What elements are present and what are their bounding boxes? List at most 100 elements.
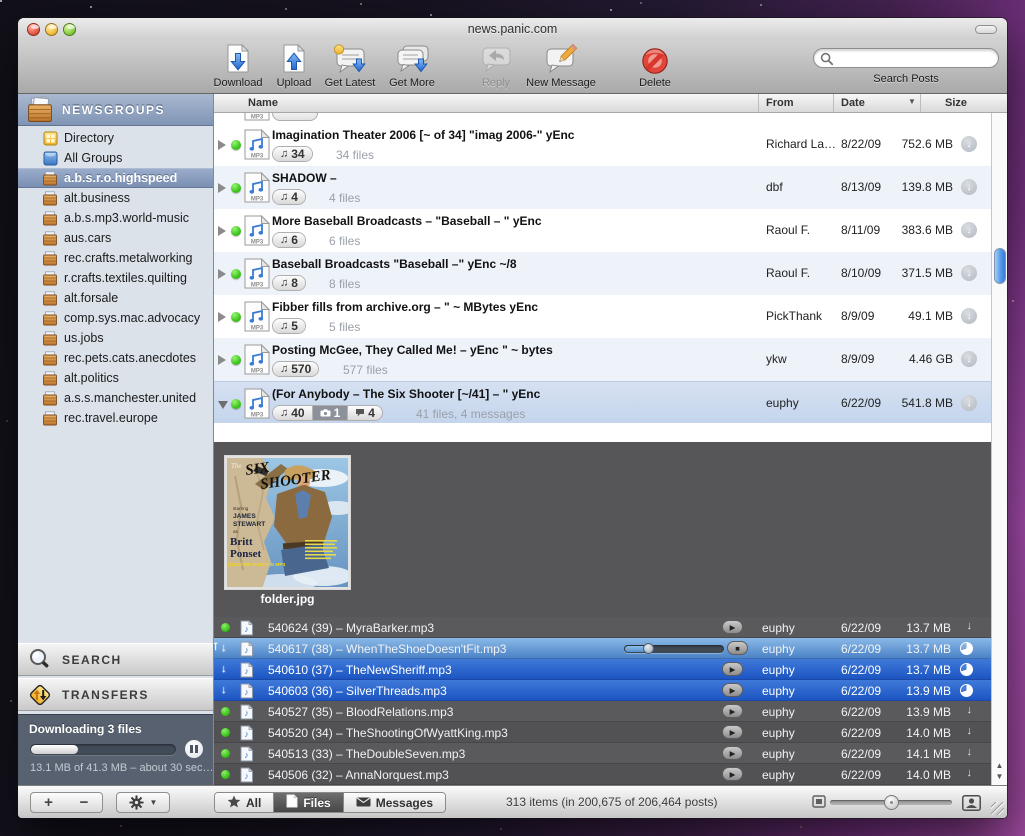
download-arrow-icon[interactable]: ↓: [967, 620, 973, 632]
svg-text:MP3: MP3: [251, 326, 264, 332]
download-circle-icon[interactable]: ↓: [961, 222, 977, 238]
download-circle-icon[interactable]: ↓: [961, 308, 977, 324]
post-row[interactable]: MP3SHADOW –♫44 filesdbf8/13/09139.8 MB↓: [214, 166, 991, 209]
remove-button[interactable]: −: [66, 792, 103, 813]
download-circle-icon[interactable]: ↓: [961, 395, 977, 411]
sidebar-item-alt-politics[interactable]: alt.politics: [18, 368, 213, 388]
file-date: 6/22/09: [841, 684, 881, 698]
newsgroup-icon: [39, 211, 61, 226]
attachment-thumbnail[interactable]: The SIX SHOOTER starring JAMES STEWART a…: [225, 456, 350, 589]
scrubber-knob[interactable]: [643, 643, 654, 654]
playback-scrubber[interactable]: [624, 645, 724, 653]
sidebar-item-rec-pets-cats-anecdotes[interactable]: rec.pets.cats.anecdotes: [18, 348, 213, 368]
column-from[interactable]: From: [766, 97, 794, 109]
post-row[interactable]: MP3More Baseball Broadcasts – "Baseball …: [214, 209, 991, 252]
disclosure-closed-icon[interactable]: [218, 355, 226, 365]
download-circle-icon[interactable]: ↓: [961, 351, 977, 367]
post-date: 8/22/09: [841, 137, 881, 151]
filter-all[interactable]: All: [215, 793, 273, 812]
file-name: 540610 (37) – TheNewSheriff.mp3: [268, 663, 452, 677]
toolbar-toggle-button[interactable]: [975, 25, 997, 34]
title-bar[interactable]: news.panic.com: [18, 18, 1007, 40]
file-row[interactable]: ♪540506 (32) – AnnaNorquest.mp3▶euphy6/2…: [214, 764, 991, 785]
download-arrow-icon[interactable]: ↓: [967, 725, 973, 737]
filter-messages[interactable]: Messages: [343, 793, 445, 812]
download-circle-icon[interactable]: ↓: [961, 179, 977, 195]
filter-files[interactable]: Files: [273, 793, 342, 812]
sidebar-item-aus-cars[interactable]: aus.cars: [18, 228, 213, 248]
sidebar-item-directory[interactable]: Directory: [18, 128, 213, 148]
scrollbar-arrows[interactable]: ▲▼: [992, 760, 1007, 782]
post-row[interactable]: MP3Imagination Theater 2006 [~ of 34] "i…: [214, 123, 991, 166]
disclosure-closed-icon[interactable]: [218, 269, 226, 279]
zoom-slider-thumb[interactable]: [884, 795, 899, 810]
stop-button[interactable]: ■: [727, 641, 748, 655]
sidebar-item-alt-forsale[interactable]: alt.forsale: [18, 288, 213, 308]
sidebar-item-a-b-s-mp3-world-music[interactable]: a.b.s.mp3.world-music: [18, 208, 213, 228]
file-row[interactable]: ↓♪540610 (37) – TheNewSheriff.mp3▶euphy6…: [214, 659, 991, 680]
search-input[interactable]: [813, 48, 999, 68]
file-row[interactable]: ♪540624 (39) – MyraBarker.mp3▶euphy6/22/…: [214, 617, 991, 638]
file-row[interactable]: ♪540520 (34) – TheShootingOfWyattKing.mp…: [214, 722, 991, 743]
toolbar: Search Posts DownloadUploadGet LatestGet…: [18, 40, 1007, 94]
pause-button[interactable]: [185, 740, 203, 758]
sidebar: NEWSGROUPS DirectoryAll Groupsa.b.s.r.o.…: [18, 94, 214, 785]
play-button[interactable]: ▶: [722, 746, 743, 760]
sidebar-item-a-s-s-manchester-united[interactable]: a.s.s.manchester.united: [18, 388, 213, 408]
sidebar-section-transfers[interactable]: TRANSFERS: [18, 678, 213, 711]
post-row[interactable]: MP3Posting McGee, They Called Me! – yEnc…: [214, 338, 991, 381]
play-button[interactable]: ▶: [722, 620, 743, 634]
vertical-scrollbar[interactable]: ▲▼: [991, 113, 1007, 785]
post-row[interactable]: MP3Fibber fills from archive.org – " ~ M…: [214, 295, 991, 338]
sidebar-item-r-crafts-textiles-quilting[interactable]: r.crafts.textiles.quilting: [18, 268, 213, 288]
sidebar-section-search[interactable]: SEARCH: [18, 643, 213, 676]
post-list: Name From Date ▼ Size MP3MP3Imagination …: [214, 94, 1007, 785]
play-button[interactable]: ▶: [722, 704, 743, 718]
download-arrow-icon[interactable]: ↓: [967, 746, 973, 758]
column-size[interactable]: Size: [945, 97, 967, 109]
add-button[interactable]: +: [30, 792, 67, 813]
sidebar-item-all-groups[interactable]: All Groups: [18, 148, 213, 168]
search-icon: [820, 52, 834, 66]
sidebar-item-a-b-s-r-o-highspeed[interactable]: a.b.s.r.o.highspeed: [18, 168, 213, 188]
sidebar-item-rec-crafts-metalworking[interactable]: rec.crafts.metalworking: [18, 248, 213, 268]
sidebar-item-us-jobs[interactable]: us.jobs: [18, 328, 213, 348]
play-button[interactable]: ▶: [722, 683, 743, 697]
file-rows: ♪540624 (39) – MyraBarker.mp3▶euphy6/22/…: [214, 617, 991, 785]
download-circle-icon[interactable]: ↓: [961, 265, 977, 281]
post-row[interactable]: MP3Baseball Broadcasts "Baseball –" yEnc…: [214, 252, 991, 295]
disclosure-open-icon[interactable]: [218, 401, 228, 409]
download-arrow-icon[interactable]: ↓: [967, 704, 973, 716]
thumbnail-zoom-slider[interactable]: [830, 800, 952, 805]
file-from: euphy: [762, 747, 795, 761]
disclosure-closed-icon[interactable]: [218, 140, 226, 150]
disclosure-closed-icon[interactable]: [218, 183, 226, 193]
file-row[interactable]: ♪540513 (33) – TheDoubleSeven.mp3▶euphy6…: [214, 743, 991, 764]
vertical-scrollbar-thumb[interactable]: [994, 248, 1006, 284]
play-button[interactable]: ▶: [722, 767, 743, 781]
get-more-button[interactable]: Get More: [375, 43, 449, 92]
action-menu-button[interactable]: ▼: [116, 792, 170, 813]
post-row[interactable]: MP3(For Anybody – The Six Shooter [~/41]…: [214, 381, 991, 423]
column-name[interactable]: Name: [248, 97, 278, 109]
file-row[interactable]: ↓⊺♪540617 (38) – WhenTheShoeDoesn'tFit.m…: [214, 638, 991, 659]
download-arrow-icon[interactable]: ↓: [967, 767, 973, 779]
file-size: 13.9 MB: [906, 705, 951, 719]
sidebar-item-rec-travel-europe[interactable]: rec.travel.europe: [18, 408, 213, 428]
newsgroup-icon: [39, 311, 61, 326]
disclosure-closed-icon[interactable]: [218, 312, 226, 322]
download-circle-icon[interactable]: ↓: [961, 136, 977, 152]
new-message-button[interactable]: New Message: [513, 43, 609, 92]
delete-button[interactable]: Delete: [618, 43, 692, 92]
sidebar-item-comp-sys-mac-advocacy[interactable]: comp.sys.mac.advocacy: [18, 308, 213, 328]
play-button[interactable]: ▶: [722, 725, 743, 739]
file-downloading-icon: ↓: [221, 642, 227, 654]
column-date[interactable]: Date: [841, 97, 865, 109]
file-row[interactable]: ♪540527 (35) – BloodRelations.mp3▶euphy6…: [214, 701, 991, 722]
resize-grip[interactable]: [991, 802, 1004, 815]
play-button[interactable]: ▶: [722, 662, 743, 676]
sidebar-item-alt-business[interactable]: alt.business: [18, 188, 213, 208]
disclosure-closed-icon[interactable]: [218, 226, 226, 236]
sidebar-section-newsgroups[interactable]: NEWSGROUPS: [18, 94, 213, 126]
file-row[interactable]: ↓♪540603 (36) – SilverThreads.mp3▶euphy6…: [214, 680, 991, 701]
